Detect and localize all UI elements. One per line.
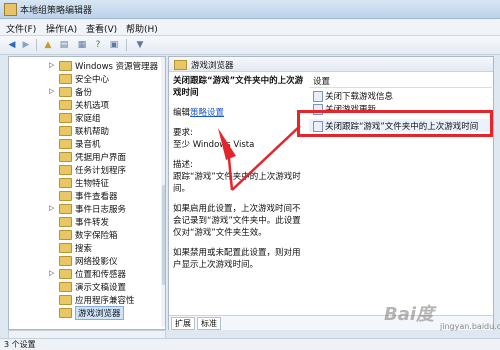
annotation-arrow [218, 125, 301, 191]
watermark-logo: Bai度 [384, 304, 435, 325]
app-window: 本地组策略编辑器 文件(F) 操作(A) 查看(V) 帮助(H) ◀ ▶ ▲ ▤… [0, 0, 500, 350]
watermark-url: jingyan.baidu.com [440, 322, 500, 331]
arrow-head [218, 128, 236, 160]
status-bar: 3 个设置 [0, 338, 500, 350]
arrow-line [231, 125, 301, 191]
status-text: 3 个设置 [4, 340, 36, 349]
